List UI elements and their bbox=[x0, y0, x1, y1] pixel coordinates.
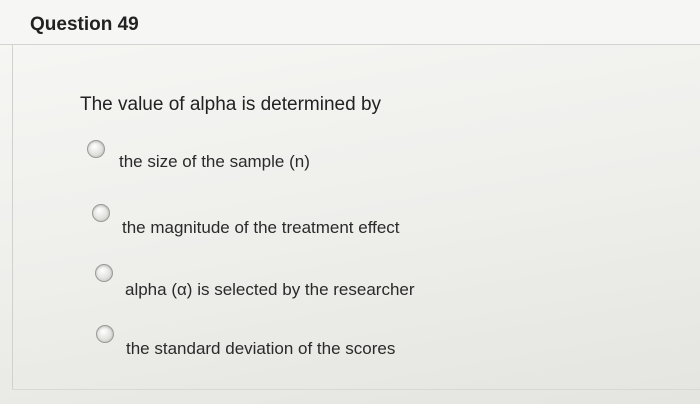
radio-button[interactable] bbox=[92, 204, 110, 222]
answer-option-label: the magnitude of the treatment effect bbox=[122, 218, 400, 237]
question-header: Question 49 bbox=[0, 0, 700, 45]
radio-button[interactable] bbox=[96, 325, 114, 343]
question-prompt: The value of alpha is determined by bbox=[80, 94, 382, 115]
answer-option-label: the size of the sample (n) bbox=[119, 152, 310, 171]
question-title: Question 49 bbox=[30, 14, 139, 35]
radio-button[interactable] bbox=[87, 140, 105, 158]
answer-option-label: alpha (α) is selected by the researcher bbox=[125, 280, 415, 299]
answer-option-label: the standard deviation of the scores bbox=[126, 339, 396, 358]
left-divider bbox=[12, 44, 13, 389]
radio-button[interactable] bbox=[95, 264, 113, 282]
bottom-divider bbox=[12, 389, 700, 390]
